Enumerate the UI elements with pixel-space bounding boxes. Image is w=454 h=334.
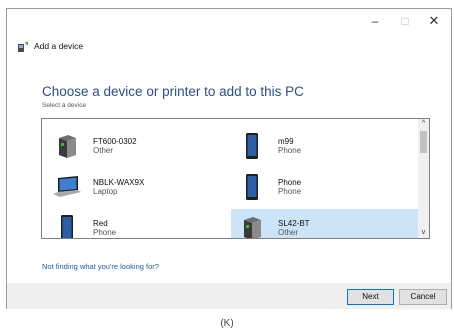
minimize-button[interactable]: – <box>361 12 389 30</box>
app-header: Add a device <box>17 38 83 54</box>
maximize-button: □ <box>401 14 409 28</box>
device-name: Phone <box>278 177 302 187</box>
title-bar: – □ ✕ <box>7 9 451 35</box>
device-type: Phone <box>93 227 117 237</box>
device-type: Other <box>93 145 114 155</box>
next-button[interactable]: Next <box>347 289 394 305</box>
scroll-down-icon[interactable]: v <box>418 228 429 238</box>
device-item-sl42-bt[interactable]: SL42-BT Other <box>231 209 424 238</box>
figure-caption: (K) <box>220 318 234 329</box>
close-button[interactable]: ✕ <box>420 12 448 30</box>
device-name: NBLK-WAX9X <box>93 177 145 187</box>
page-title: Choose a device or printer to add to thi… <box>42 84 304 99</box>
device-type: Laptop <box>93 186 118 196</box>
other-device-icon <box>237 213 267 238</box>
phone-icon <box>52 213 82 238</box>
device-type: Phone <box>278 145 302 155</box>
device-item-phone[interactable]: Phone Phone <box>237 168 419 205</box>
device-name: m99 <box>278 136 294 146</box>
device-item-m99[interactable]: m99 Phone <box>237 127 419 164</box>
other-device-icon <box>52 131 82 161</box>
device-name: Red <box>93 218 108 228</box>
device-name: SL42-BT <box>278 218 310 228</box>
laptop-icon <box>52 172 82 202</box>
list-scrollbar[interactable]: ^ v <box>418 119 429 238</box>
device-item-ft600-0302[interactable]: FT600-0302 Other <box>52 127 222 164</box>
add-device-dialog: – □ ✕ Add a device Choose a device or pr… <box>6 8 452 309</box>
dialog-footer: Next Cancel <box>7 283 451 309</box>
scroll-up-icon[interactable]: ^ <box>418 119 429 129</box>
device-type: Phone <box>278 186 302 196</box>
phone-icon <box>237 172 267 202</box>
page-subtitle: Select a device <box>42 102 87 109</box>
device-type: Other <box>278 227 299 237</box>
device-item-red[interactable]: Red Phone <box>52 209 222 238</box>
scroll-thumb[interactable] <box>420 131 427 153</box>
add-device-icon <box>17 40 29 52</box>
window-title: Add a device <box>34 41 84 51</box>
cancel-button[interactable]: Cancel <box>399 289 447 305</box>
help-link[interactable]: Not finding what you're looking for? <box>42 262 159 271</box>
device-list[interactable]: FT600-0302 Other m99 Phone NBLK-WAX9X La… <box>41 118 430 239</box>
device-item-nblk-wax9x[interactable]: NBLK-WAX9X Laptop <box>52 168 222 205</box>
device-name: FT600-0302 <box>93 136 137 146</box>
phone-icon <box>237 131 267 161</box>
